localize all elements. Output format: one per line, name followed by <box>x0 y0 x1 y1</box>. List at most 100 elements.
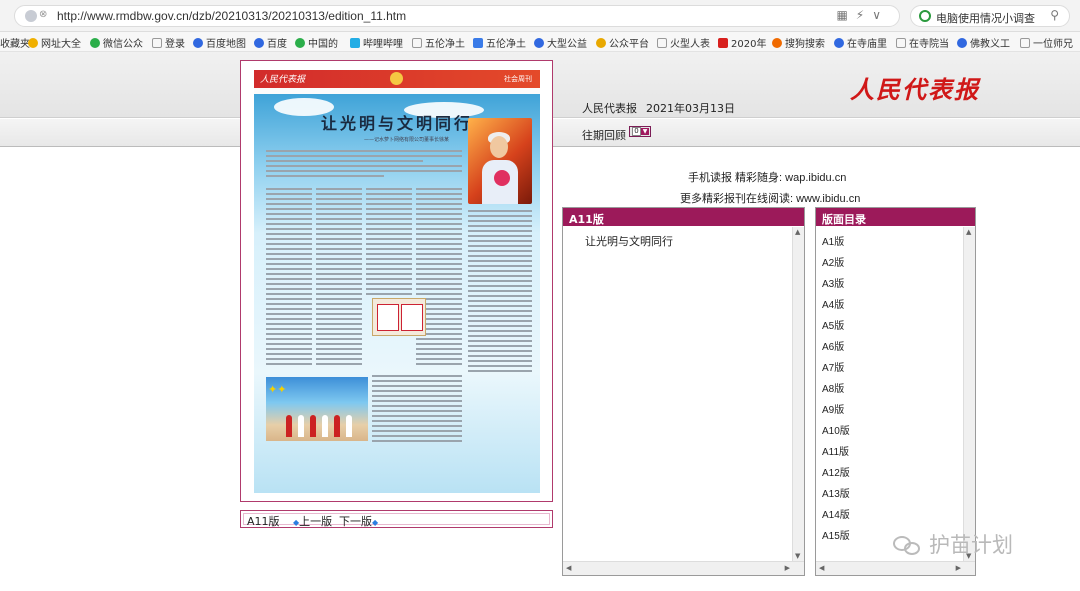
bookmark-item[interactable]: 收藏夹 <box>0 35 30 50</box>
stage-banner-graphic: ✦✦ <box>268 383 287 396</box>
edition-link[interactable]: A8版 <box>822 380 844 395</box>
current-edition-label: A11版 <box>247 515 280 528</box>
bookmark-item[interactable]: 中国的 <box>295 35 338 50</box>
page-icon <box>412 38 422 48</box>
bookmark-item[interactable]: 哔哩哔哩 <box>350 35 403 50</box>
edition-link[interactable]: A5版 <box>822 317 844 332</box>
bookmark-item[interactable]: 百度 <box>254 35 287 50</box>
chevron-down-icon[interactable]: ▼ <box>641 128 649 135</box>
edition-link[interactable]: A9版 <box>822 401 844 416</box>
page-icon <box>1020 38 1030 48</box>
paper-column-3 <box>366 188 412 298</box>
bookmark-item[interactable]: 2020年 <box>718 35 766 50</box>
issue-date: 2021年03月13日 <box>646 102 735 115</box>
paper-intro-text <box>266 150 462 180</box>
page-icon <box>896 38 906 48</box>
bookmark-item[interactable]: 五伦净土 <box>412 35 465 50</box>
wechat-icon <box>90 38 100 48</box>
site-info-icon[interactable] <box>25 10 37 22</box>
paper-masthead: 人民代表报 社会周刊 <box>254 70 540 88</box>
site-icon <box>596 38 606 48</box>
edition-link[interactable]: A10版 <box>822 422 850 437</box>
edition-link[interactable]: A12版 <box>822 464 850 479</box>
site-logo: 人民代表报 <box>850 75 980 104</box>
page-icon <box>657 38 667 48</box>
bookmark-item[interactable]: 在寺庙里 <box>834 35 887 50</box>
bookmark-item[interactable]: 公众平台 <box>596 35 649 50</box>
bilibili-icon <box>350 38 360 48</box>
wechat-icon <box>893 534 923 556</box>
bookmark-item[interactable]: 微信公众 <box>90 35 143 50</box>
newspaper-name: 人民代表报 <box>582 102 637 115</box>
browser-search-box[interactable]: 电脑使用情况小调查 ⚲ <box>910 5 1070 27</box>
bookmark-item[interactable]: 五伦净土 <box>473 35 526 50</box>
bookmark-item[interactable]: 佛教义工 <box>957 35 1010 50</box>
stage-photo: ✦✦ <box>266 377 368 441</box>
bookmarks-bar: 收藏夹 网址大全 微信公众 登录 百度地图 百度 中国的 哔哩哔哩 五伦净土 五… <box>0 32 1080 52</box>
prev-page-link[interactable]: ◆上一版 <box>293 513 332 529</box>
paper-column-6 <box>372 375 462 445</box>
archive-label: 往期回顾 <box>582 129 626 142</box>
edition-link[interactable]: A1版 <box>822 233 844 248</box>
archive-select-value: 0 <box>632 127 641 136</box>
archive-select[interactable]: 0 ▼ <box>629 126 651 137</box>
articles-horizontal-scrollbar[interactable]: ◀ ▶ <box>563 561 804 575</box>
arrow-right-icon: ◆ <box>372 518 379 527</box>
address-bar[interactable]: ⊗ http://www.rmdbw.gov.cn/dzb/20210313/2… <box>14 5 900 27</box>
site-icon <box>718 38 728 48</box>
wechat-icon <box>295 38 305 48</box>
watermark: 护苗计划 <box>893 529 1013 559</box>
paper-page-label: 社会周刊 <box>504 75 532 83</box>
paper-subheadline: ——记水萝卜网络有限公司董事长徐某 <box>364 137 450 143</box>
address-tools-icons[interactable]: ▦⚡∨ <box>836 8 889 22</box>
edition-link[interactable]: A4版 <box>822 296 844 311</box>
mobile-reading-info[interactable]: 手机读报 精彩随身: wap.ibidu.cn <box>688 169 846 185</box>
search-icon[interactable]: ⚲ <box>1050 8 1059 22</box>
bookmark-item[interactable]: 网址大全 <box>28 35 81 50</box>
bookmark-item[interactable]: 一位师兄 <box>1020 35 1073 50</box>
portrait-photo <box>468 118 532 204</box>
edition-link[interactable]: A11版 <box>822 443 849 458</box>
page-pager: A11版 ◆上一版 下一版◆ <box>240 510 553 528</box>
paper-column-5 <box>468 210 532 375</box>
bookmark-item[interactable]: 大型公益 <box>534 35 587 50</box>
baidu-icon <box>193 38 203 48</box>
browser-toolbar: ⊗ http://www.rmdbw.gov.cn/dzb/20210313/2… <box>0 0 1080 32</box>
edition-link[interactable]: A3版 <box>822 275 844 290</box>
paper-column-4 <box>416 188 462 368</box>
emblem-icon <box>390 72 403 85</box>
certificate-photo <box>372 298 426 336</box>
bookmark-item[interactable]: 搜狗搜索 <box>772 35 825 50</box>
address-url[interactable]: http://www.rmdbw.gov.cn/dzb/20210313/202… <box>57 9 406 23</box>
bookmark-item[interactable]: 火型人表 <box>657 35 710 50</box>
bookmark-item[interactable]: 在寺院当 <box>896 35 949 50</box>
editions-vertical-scrollbar[interactable]: ▲ ▼ <box>963 227 975 561</box>
edition-link[interactable]: A14版 <box>822 506 850 521</box>
edition-link[interactable]: A2版 <box>822 254 844 269</box>
articles-vertical-scrollbar[interactable]: ▲ ▼ <box>792 227 804 561</box>
next-page-link[interactable]: 下一版◆ <box>339 513 378 529</box>
newspaper-page-image[interactable]: 人民代表报 社会周刊 让光明与文明同行 ——记水萝卜网络有限公司董事长徐某 ✦✦ <box>254 70 540 493</box>
paper-column-2 <box>316 188 362 368</box>
security-icon: ⊗ <box>39 9 48 20</box>
sogou-icon <box>772 38 782 48</box>
baidu-icon <box>834 38 844 48</box>
baidu-icon <box>534 38 544 48</box>
articles-panel-title: A11版 <box>563 208 804 226</box>
bookmark-item[interactable]: 百度地图 <box>193 35 246 50</box>
edition-link[interactable]: A7版 <box>822 359 844 374</box>
paper-masthead-title: 人民代表报 <box>260 75 306 85</box>
edition-link[interactable]: A15版 <box>822 527 850 542</box>
edition-link[interactable]: A13版 <box>822 485 850 500</box>
baidu-icon <box>254 38 264 48</box>
editions-horizontal-scrollbar[interactable]: ◀ ▶ <box>816 561 975 575</box>
search-suggestion[interactable]: 电脑使用情况小调查 <box>936 10 1035 26</box>
articles-list: 让光明与文明同行 <box>563 227 792 561</box>
search-engine-icon <box>919 10 931 22</box>
baidu-icon <box>957 38 967 48</box>
more-papers-info[interactable]: 更多精彩报刊在线阅读: www.ibidu.cn <box>680 190 860 206</box>
bookmark-item[interactable]: 登录 <box>152 35 185 50</box>
articles-panel: A11版 让光明与文明同行 ▲ ▼ ◀ ▶ <box>562 207 805 576</box>
article-link[interactable]: 让光明与文明同行 <box>585 233 673 249</box>
edition-link[interactable]: A6版 <box>822 338 844 353</box>
